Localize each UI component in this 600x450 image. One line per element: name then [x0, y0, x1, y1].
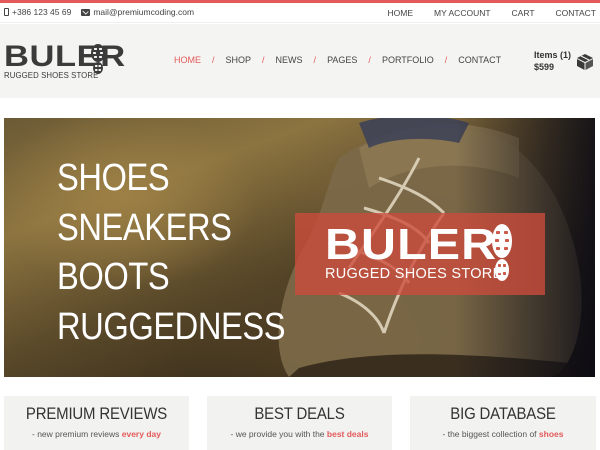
feature-card-desc-text: - we provide you with the: [230, 429, 327, 439]
nav-item-contact[interactable]: CONTACT: [458, 55, 501, 65]
feature-card-desc: - we provide you with the best deals: [207, 429, 392, 439]
top-links: HOME MY ACCOUNT CART CONTACT: [367, 8, 596, 18]
hero-word: BOOTS: [57, 256, 170, 298]
nav-item-shop[interactable]: SHOP: [226, 55, 252, 65]
feature-card-desc-text: - the biggest collection of: [442, 429, 539, 439]
cart-summary[interactable]: Items (1) $599: [534, 49, 571, 73]
cart-items-count: Items (1): [534, 50, 572, 60]
feature-card-desc-text: - new premium reviews: [32, 429, 122, 439]
phone-number: +386 123 45 69: [12, 7, 72, 17]
feature-card-desc-highlight: every day: [121, 429, 161, 439]
email-address[interactable]: mail@premiumcoding.com: [93, 7, 194, 17]
site-header: BULER RUGGED SHOES STORE HOME / SHOP / N…: [0, 24, 600, 98]
feature-card-desc: - the biggest collection of shoes: [410, 429, 596, 439]
nav-item-news[interactable]: NEWS: [276, 55, 303, 65]
top-link-contact[interactable]: CONTACT: [535, 8, 596, 18]
feature-card-desc: - new premium reviews every day: [4, 429, 189, 439]
feature-card-premium-reviews[interactable]: PREMIUM REVIEWS - new premium reviews ev…: [4, 396, 189, 450]
phone-info: +386 123 45 69: [4, 7, 71, 17]
top-link-my-account[interactable]: MY ACCOUNT: [413, 8, 491, 18]
feature-card-desc-highlight: shoes: [538, 429, 564, 439]
nav-item-portfolio[interactable]: PORTFOLIO: [382, 55, 434, 65]
top-bar: +386 123 45 69 mail@premiumcoding.com HO…: [0, 3, 600, 23]
nav-separator: /: [313, 55, 317, 65]
hero-word: SNEAKERS: [57, 206, 232, 249]
feature-card-best-deals[interactable]: BEST DEALS - we provide you with the bes…: [207, 396, 392, 450]
nav-separator: /: [368, 55, 371, 65]
hero-brand-word: BULER: [325, 220, 498, 269]
shoe-print-icon: [91, 44, 105, 74]
nav-item-pages[interactable]: PAGES: [327, 55, 357, 65]
feature-card-title: PREMIUM REVIEWS: [25, 404, 168, 423]
nav-separator: /: [262, 55, 265, 65]
hero-brand-tagline: RUGGED SHOES STORE: [325, 266, 503, 282]
top-contact-info: +386 123 45 69 mail@premiumcoding.com: [4, 7, 194, 17]
main-nav: HOME / SHOP / NEWS / PAGES / PORTFOLIO /…: [174, 55, 501, 65]
hero-banner[interactable]: SHOES SNEAKERS BOOTS RUGGEDNESS BULER RU…: [4, 118, 595, 377]
hero-headline: SHOES SNEAKERS BOOTS RUGGEDNESS: [57, 154, 286, 352]
site-logo[interactable]: BULER RUGGED SHOES STORE: [4, 42, 125, 81]
nav-item-home[interactable]: HOME: [174, 55, 201, 65]
feature-cards: PREMIUM REVIEWS - new premium reviews ev…: [4, 396, 596, 450]
feature-card-big-database[interactable]: BIG DATABASE - the biggest collection of…: [410, 396, 596, 450]
hero-brand-box: BULER RUGGED SHOES STORE: [295, 213, 545, 295]
feature-card-title: BEST DEALS: [254, 404, 345, 423]
hero-word: RUGGEDNESS: [57, 305, 286, 348]
nav-separator: /: [444, 55, 448, 65]
top-link-home[interactable]: HOME: [367, 8, 414, 18]
mail-icon: [81, 8, 91, 16]
email-info[interactable]: mail@premiumcoding.com: [81, 7, 194, 17]
cart-box-icon[interactable]: [576, 53, 594, 71]
feature-card-desc-highlight: best deals: [326, 429, 369, 439]
cart-total: $599: [534, 62, 555, 72]
feature-card-title: BIG DATABASE: [450, 404, 556, 423]
hero-word: SHOES: [57, 157, 170, 199]
phone-icon: [4, 8, 9, 16]
top-link-cart[interactable]: CART: [491, 8, 535, 18]
nav-separator: /: [212, 55, 215, 65]
logo-word: BULER: [4, 40, 126, 73]
